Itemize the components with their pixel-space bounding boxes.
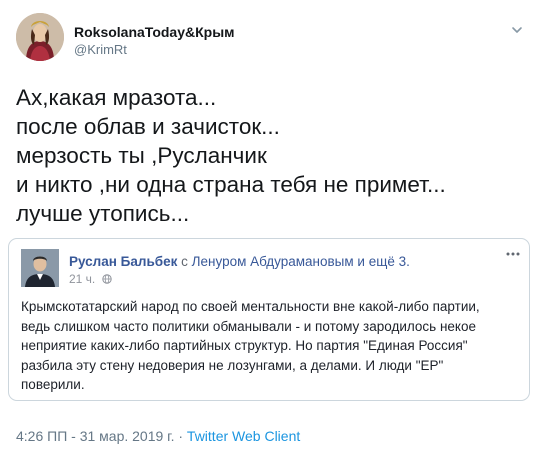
tweet-text-line: после облав и зачисток...: [16, 114, 280, 139]
quoted-author-avatar[interactable]: [21, 249, 59, 287]
tweet-text-line: мерзость ты ,Русланчик: [16, 143, 267, 168]
quoted-post-line: Крымскотатарский народ по своей ментальн…: [21, 299, 480, 314]
user-names: RoksolanaToday&Крым @KrimRt: [74, 23, 235, 59]
portrait-avatar-icon: [16, 13, 64, 61]
tweet-meta: 4:26 ПП - 31 мар. 2019 г. · Twitter Web …: [16, 428, 300, 444]
with-label: с: [181, 254, 188, 269]
tagged-people-link[interactable]: Ленуром Абдурамановым и ещё 3.: [192, 254, 410, 269]
quoted-post-header: Руслан Бальбек с Ленуром Абдурамановым и…: [69, 253, 410, 270]
quoted-post-card[interactable]: Руслан Бальбек с Ленуром Абдурамановым и…: [8, 238, 530, 401]
quoted-post-date: 21 ч.: [69, 272, 112, 286]
tweet-timestamp[interactable]: 4:26 ПП - 31 мар. 2019 г.: [16, 428, 174, 444]
tweet: RoksolanaToday&Крым @KrimRt Ах,какая мра…: [0, 0, 541, 460]
person-photo-icon: [21, 249, 59, 287]
quoted-post-body: Крымскотатарский народ по своей ментальн…: [21, 297, 521, 395]
quoted-author-name[interactable]: Руслан Бальбек: [69, 254, 177, 269]
quoted-post-line: поверили.: [21, 377, 85, 392]
chevron-down-icon[interactable]: [510, 23, 524, 37]
user-handle[interactable]: @KrimRt: [74, 41, 235, 59]
meta-separator: ·: [174, 428, 187, 444]
more-dots-icon[interactable]: [505, 249, 521, 259]
quoted-post-line: неприятие каких-либо партийных структур.…: [21, 338, 468, 353]
globe-icon: [101, 274, 112, 284]
tweet-text: Ах,какая мразота... после облав и зачист…: [16, 83, 526, 228]
post-time[interactable]: 21 ч.: [69, 272, 95, 286]
quoted-post-line: разбила эту стену недоверия не лозунгами…: [21, 357, 444, 373]
user-avatar[interactable]: [16, 13, 64, 61]
quoted-post-line: ведь слишком часто политики обманывали -…: [21, 318, 476, 334]
source-link[interactable]: Twitter Web Client: [187, 428, 300, 444]
tweet-header: RoksolanaToday&Крым @KrimRt: [16, 13, 526, 69]
tweet-text-line: и никто ,ни одна страна тебя не примет..…: [16, 172, 446, 197]
tweet-text-line: Ах,какая мразота...: [16, 85, 217, 110]
tweet-text-line: лучше утопись...: [16, 201, 190, 226]
display-name[interactable]: RoksolanaToday&Крым: [74, 23, 235, 41]
